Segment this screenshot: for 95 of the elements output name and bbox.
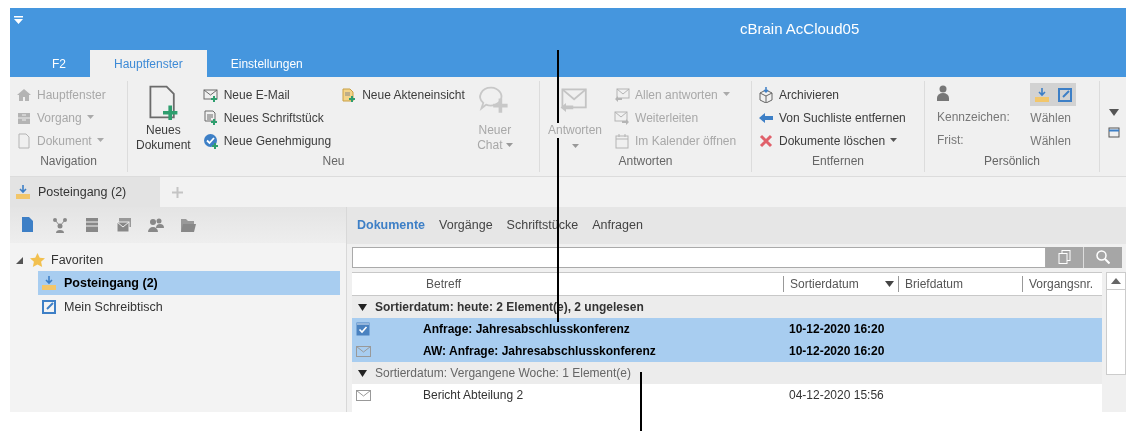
toggle-button[interactable] (1053, 83, 1077, 106)
table-row[interactable]: AW: Anfrage: Jahresabschlusskonferenz 10-12-2020 16:20 (352, 340, 1102, 362)
group-label: Persönlich (984, 154, 1040, 168)
star-icon (30, 252, 45, 268)
copy-button[interactable] (1046, 246, 1084, 268)
envelopes-icon (116, 217, 132, 233)
folder-plus-icon (341, 86, 358, 103)
search-field[interactable] (352, 246, 1046, 268)
expander[interactable] (358, 303, 367, 311)
people-network-icon (52, 217, 68, 233)
caret-icon (505, 143, 513, 148)
envelope-plus-icon (202, 86, 219, 103)
envelope-icon (356, 389, 371, 401)
box-icon (758, 86, 774, 103)
caret-icon (571, 144, 579, 149)
expanded-icon (358, 369, 367, 377)
ribbon-button[interactable]: Neue E-Mail (202, 83, 332, 106)
envelopes-icon (614, 86, 631, 103)
group-label: Entfernen (811, 154, 864, 168)
dropdown-field[interactable]: Wählen (1030, 129, 1087, 152)
table-cell: 10-12-2020 16:20 (789, 344, 885, 358)
envelope-arrow-icon (614, 109, 631, 126)
field-label: Frist: (937, 132, 965, 149)
home-icon (16, 86, 32, 103)
expanded-icon (16, 256, 23, 264)
table-cell: 10-12-2020 16:20 (789, 322, 885, 336)
table-row[interactable]: Anfrage: Jahresabschlusskonferenz 10-12-2020 16:20 (352, 318, 1102, 340)
ribbon-button[interactable]: Von Suchliste entfernen (758, 106, 906, 129)
cabinet-icon (84, 217, 100, 233)
page-icon (20, 217, 36, 233)
toolbar-button[interactable] (20, 217, 36, 233)
table-cell: Bericht Abteilung 2 (423, 388, 524, 402)
expanded-icon (358, 303, 367, 311)
inbox-icon (16, 185, 30, 199)
table-row[interactable]: Bericht Abteilung 2 04-12-2020 15:56 (352, 384, 1102, 406)
envelope-icon (356, 345, 371, 357)
calendar-icon (614, 132, 631, 149)
tree-item[interactable]: Favoriten (51, 250, 104, 270)
column-header[interactable]: Vorgangsnr. (1022, 276, 1102, 292)
expander[interactable] (16, 256, 26, 264)
document-tab[interactable]: Posteingang (2) (10, 177, 160, 207)
group-label: Neu (322, 154, 345, 168)
column-header[interactable]: Betreff (420, 276, 783, 292)
tree-item[interactable]: Mein Schreibtisch (38, 295, 340, 319)
ribbon-button[interactable]: Neues Dokument (134, 83, 193, 153)
search-button[interactable] (1084, 246, 1122, 268)
toolbar-button[interactable] (180, 217, 196, 233)
ribbon-button[interactable]: Neue Akteneinsicht (341, 83, 465, 106)
task-icon (356, 322, 370, 336)
table-cell: 04-12-2020 15:56 (789, 388, 884, 402)
calendar-icon (1108, 126, 1120, 138)
caret-icon (96, 138, 104, 143)
sort-desc-icon (885, 281, 894, 287)
window-title: cBrain AcCloud05 (740, 18, 860, 39)
quick-access-icon (14, 16, 23, 24)
plus-icon (171, 186, 183, 198)
folder-icon (180, 217, 196, 233)
ribbon-button[interactable]: Dokumente löschen (758, 129, 906, 152)
caret-icon (86, 115, 94, 120)
cross-icon (758, 132, 774, 149)
ribbon-button[interactable]: Neue Genehmigung (202, 129, 332, 152)
group-header: Sortierdatum: Vergangene Woche: 1 Element(e) (375, 365, 631, 382)
check-badge-icon (202, 132, 219, 149)
leader-line (640, 372, 642, 431)
toolbar-button[interactable] (84, 217, 100, 233)
toolbar-button[interactable] (52, 217, 68, 233)
scroll-up-icon (1111, 278, 1121, 284)
content-tab[interactable]: Vorgänge (439, 216, 493, 235)
content-tab[interactable]: Anfragen (592, 216, 643, 235)
document-plus-icon (202, 109, 219, 126)
ribbon-button[interactable]: Neues Schriftstück (202, 106, 332, 129)
ribbon-button[interactable]: Archivieren (758, 83, 906, 106)
group-label: Antworten (618, 154, 673, 168)
toolbar-button[interactable] (148, 217, 164, 233)
dropdown-arrow-icon (1109, 109, 1119, 116)
inbox-icon (42, 276, 56, 290)
table-cell: Anfrage: Jahresabschlusskonferenz (423, 322, 630, 336)
caret-icon (722, 92, 730, 97)
group-label: Navigation (40, 154, 97, 168)
inbox-icon (1034, 87, 1049, 102)
expander[interactable] (358, 369, 367, 377)
dropdown-field[interactable]: Wählen (1030, 106, 1087, 129)
caret-icon (890, 138, 898, 143)
table-cell: AW: Anfrage: Jahresabschlusskonferenz (423, 344, 656, 358)
field-label: Kennzeichen: (937, 109, 1011, 126)
column-header[interactable]: Briefdatum (898, 276, 1022, 292)
page-icon (16, 132, 32, 149)
tree-item[interactable]: Posteingang (2) (38, 271, 340, 295)
toolbar-button[interactable] (116, 217, 132, 233)
column-header[interactable]: Sortierdatum (783, 276, 898, 292)
toggle-button[interactable] (1030, 83, 1054, 106)
people-icon (148, 217, 164, 233)
copy-icon (1057, 250, 1072, 264)
person-icon (937, 85, 949, 101)
search-icon (1096, 250, 1110, 264)
